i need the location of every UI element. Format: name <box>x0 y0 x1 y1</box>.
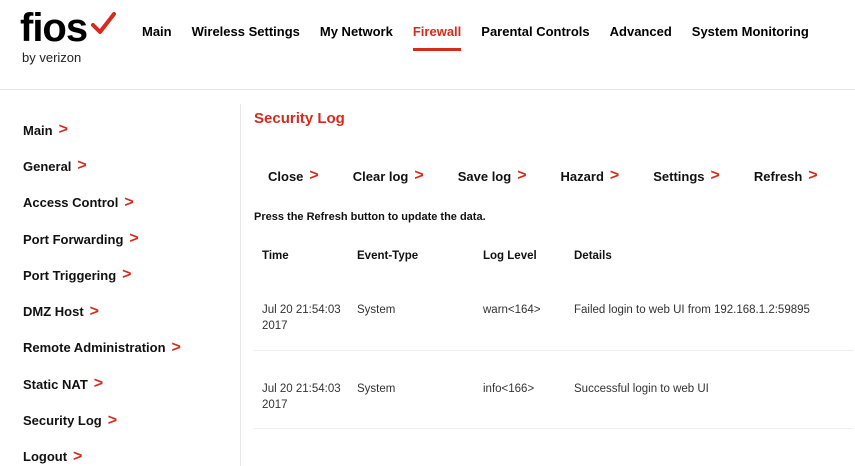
nav-my-network[interactable]: My Network <box>320 24 393 51</box>
sidebar-item-label: Main <box>23 122 53 138</box>
cell-event-type: System <box>357 383 396 395</box>
sidebar-item-remote-administration[interactable]: Remote Administration > <box>23 330 233 366</box>
refresh-hint: Press the Refresh button to update the d… <box>254 211 486 223</box>
sidebar-item-label: Logout <box>23 449 68 465</box>
cell-event-type: System <box>357 304 396 316</box>
nav-firewall[interactable]: Firewall <box>412 24 462 51</box>
save-log-button-label: Save log <box>457 168 512 184</box>
close-button[interactable]: Close > <box>268 168 319 184</box>
top-header: fios by verizon Main Wireless Settings M… <box>0 0 855 90</box>
nav-advanced[interactable]: Advanced <box>610 24 672 51</box>
close-button-label: Close <box>268 168 304 184</box>
column-header-event-type: Event-Type <box>357 250 419 262</box>
save-log-button[interactable]: Save log > <box>458 168 527 184</box>
sidebar-item-main[interactable]: Main > <box>23 112 233 148</box>
sidebar-item-access-control[interactable]: Access Control > <box>23 185 233 221</box>
sidebar-item-dmz-host[interactable]: DMZ Host > <box>23 293 233 329</box>
fios-logo[interactable]: fios by verizon <box>20 8 120 72</box>
sidebar-item-label: Port Triggering <box>23 267 117 283</box>
sidebar-item-label: Security Log <box>23 413 102 429</box>
chevron-right-icon: > <box>122 266 132 284</box>
chevron-right-icon: > <box>89 302 100 320</box>
chevron-right-icon: > <box>171 338 181 356</box>
sidebar-item-static-nat[interactable]: Static NAT > <box>23 366 233 402</box>
chevron-right-icon: > <box>129 230 139 248</box>
chevron-right-icon: > <box>414 167 424 184</box>
chevron-right-icon: > <box>58 121 68 139</box>
row-divider <box>254 350 854 351</box>
sidebar-item-security-log[interactable]: Security Log > <box>23 402 233 438</box>
chevron-right-icon: > <box>517 167 527 184</box>
nav-main[interactable]: Main <box>142 24 172 51</box>
chevron-right-icon: > <box>609 167 620 184</box>
cell-time-line2: 2017 <box>262 399 288 411</box>
hazard-button-label: Hazard <box>560 168 604 184</box>
logo-wordmark: fios <box>20 6 88 50</box>
refresh-button-label: Refresh <box>753 168 803 184</box>
top-navigation: Main Wireless Settings My Network Firewa… <box>142 24 829 51</box>
row-divider <box>254 428 854 429</box>
chevron-right-icon: > <box>808 167 818 184</box>
chevron-right-icon: > <box>107 411 118 429</box>
sidebar-item-logout[interactable]: Logout > <box>23 439 233 466</box>
nav-parental-controls[interactable]: Parental Controls <box>481 24 589 51</box>
cell-time: Jul 20 21:54:03 2017 <box>262 302 341 334</box>
cell-time-line1: Jul 20 21:54:03 <box>262 383 341 395</box>
refresh-button[interactable]: Refresh > <box>754 168 818 184</box>
sidebar-item-label: Port Forwarding <box>23 231 124 247</box>
page-title: Security Log <box>254 110 345 127</box>
sidebar-item-label: Access Control <box>23 195 119 211</box>
chevron-right-icon: > <box>93 375 104 393</box>
chevron-right-icon: > <box>73 447 83 465</box>
chevron-right-icon: > <box>77 157 87 175</box>
sidebar-divider <box>240 104 241 466</box>
clear-log-button[interactable]: Clear log > <box>353 168 424 184</box>
nav-system-monitoring[interactable]: System Monitoring <box>692 24 809 51</box>
checkmark-icon <box>91 12 116 34</box>
chevron-right-icon: > <box>710 167 720 184</box>
sidebar-item-label: Static NAT <box>23 376 88 392</box>
cell-time-line2: 2017 <box>262 320 288 332</box>
sidebar-item-port-triggering[interactable]: Port Triggering > <box>23 257 233 293</box>
settings-button[interactable]: Settings > <box>653 168 720 184</box>
chevron-right-icon: > <box>309 167 319 184</box>
logo-subtitle: by verizon <box>22 50 82 65</box>
sidebar: Main > General > Access Control > Port Forw… <box>23 112 233 466</box>
cell-time-line1: Jul 20 21:54:03 <box>262 304 341 316</box>
clear-log-button-label: Clear log <box>352 168 409 184</box>
sidebar-item-port-forwarding[interactable]: Port Forwarding > <box>23 221 233 257</box>
sidebar-item-label: Remote Administration <box>23 340 166 356</box>
sidebar-item-label: DMZ Host <box>23 304 84 320</box>
nav-wireless-settings[interactable]: Wireless Settings <box>192 24 300 51</box>
cell-log-level: info<166> <box>483 383 535 395</box>
cell-details: Failed login to web UI from 192.168.1.2:… <box>574 304 810 316</box>
log-toolbar: Close > Clear log > Save log > Hazard > Sett… <box>268 168 818 184</box>
hazard-button[interactable]: Hazard > <box>561 168 620 184</box>
sidebar-item-label: General <box>23 158 72 174</box>
cell-time: Jul 20 21:54:03 2017 <box>262 381 341 413</box>
cell-log-level: warn<164> <box>483 304 541 316</box>
sidebar-item-general[interactable]: General > <box>23 148 233 184</box>
column-header-details: Details <box>574 250 612 262</box>
column-header-log-level: Log Level <box>483 250 537 262</box>
column-header-time: Time <box>262 250 289 262</box>
chevron-right-icon: > <box>124 193 134 211</box>
settings-button-label: Settings <box>653 168 705 184</box>
cell-details: Successful login to web UI <box>574 383 709 395</box>
